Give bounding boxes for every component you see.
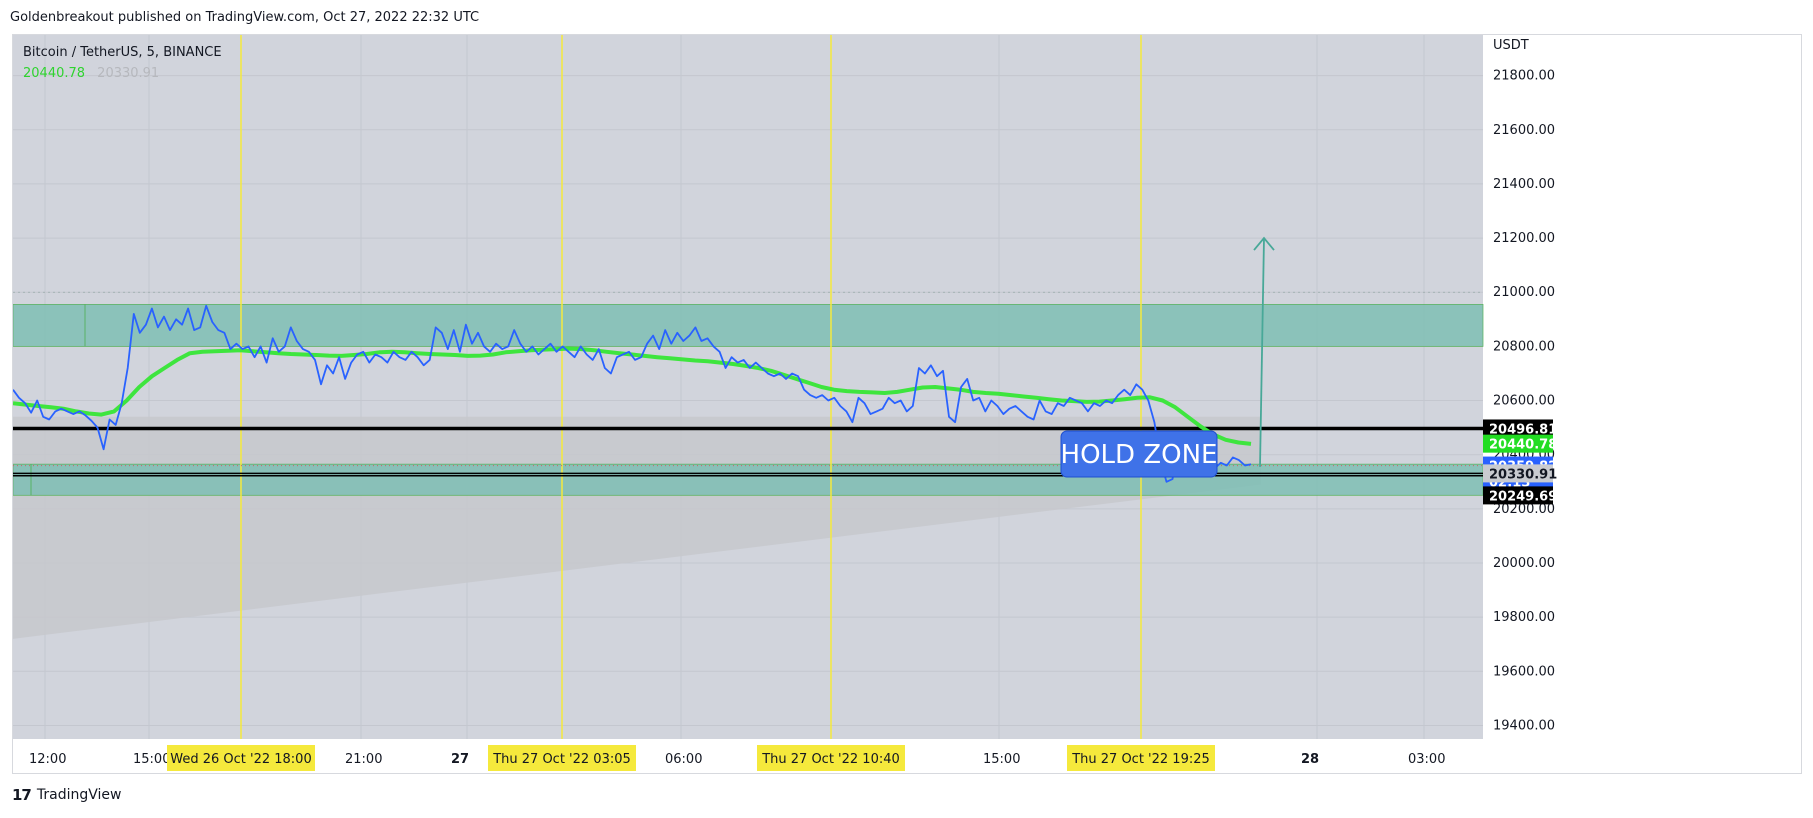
time-marker-label: Thu 27 Oct '22 19:25: [1071, 752, 1210, 767]
x-tick-label: 15:00: [133, 752, 170, 767]
publish-header: Goldenbreakout published on TradingView.…: [10, 10, 480, 25]
y-tick-label: 19800.00: [1493, 610, 1555, 625]
footer-brand[interactable]: 17 TradingView: [12, 786, 121, 804]
price-tag-label: 20330.91: [1489, 467, 1557, 482]
y-tick-label: 21200.00: [1493, 231, 1555, 246]
y-tick-label: 20600.00: [1493, 394, 1555, 409]
x-tick-label: 21:00: [345, 752, 382, 767]
y-tick-label: 21000.00: [1493, 285, 1555, 300]
x-tick-label: 03:00: [1408, 752, 1445, 767]
y-tick-label: 20000.00: [1493, 556, 1555, 571]
axis-unit-label: USDT: [1493, 38, 1529, 53]
tradingview-logo-icon: 17: [12, 786, 32, 804]
price-tag-label: 20440.78: [1489, 438, 1557, 453]
price-tags: 20496.8120440.7820359.8202:1320330.91202…: [1483, 419, 1557, 505]
time-marker-label: Thu 27 Oct '22 03:05: [492, 752, 631, 767]
x-tick-label: 27: [451, 752, 469, 767]
time-marker-label: Thu 27 Oct '22 10:40: [761, 752, 900, 767]
brand-name: TradingView: [36, 787, 122, 803]
chart-panel[interactable]: HOLD ZONE USDT 21800.00 21600.00 21400.00 21…: [12, 34, 1802, 774]
x-tick-label: 12:00: [29, 752, 66, 767]
x-tick-label: 15:00: [983, 752, 1020, 767]
ma-value: 20440.78: [23, 66, 86, 81]
price-chart[interactable]: HOLD ZONE USDT 21800.00 21600.00 21400.00 21…: [13, 35, 1802, 774]
time-marker-label: Wed 26 Oct '22 18:00: [170, 752, 311, 767]
secondary-value: 20330.91: [97, 66, 160, 81]
hold-zone-label: HOLD ZONE: [1061, 440, 1218, 470]
y-tick-label: 19600.00: [1493, 664, 1555, 679]
y-tick-label: 20800.00: [1493, 339, 1555, 354]
hold-zone-annotation: HOLD ZONE: [1060, 430, 1218, 478]
y-tick-label: 21800.00: [1493, 69, 1555, 84]
symbol-title: Bitcoin / TetherUS, 5, BINANCE: [23, 45, 222, 60]
y-tick-label: 19400.00: [1493, 718, 1555, 733]
y-tick-label: 21600.00: [1493, 123, 1555, 138]
x-tick-label: 06:00: [665, 752, 702, 767]
x-tick-label: 28: [1301, 752, 1319, 767]
plot-background: [13, 35, 1483, 739]
y-tick-label: 21400.00: [1493, 177, 1555, 192]
price-zone: [13, 463, 1484, 496]
price-tag-label: 20249.69: [1489, 489, 1557, 504]
symbol-values: 20440.78 20330.91: [23, 66, 159, 81]
